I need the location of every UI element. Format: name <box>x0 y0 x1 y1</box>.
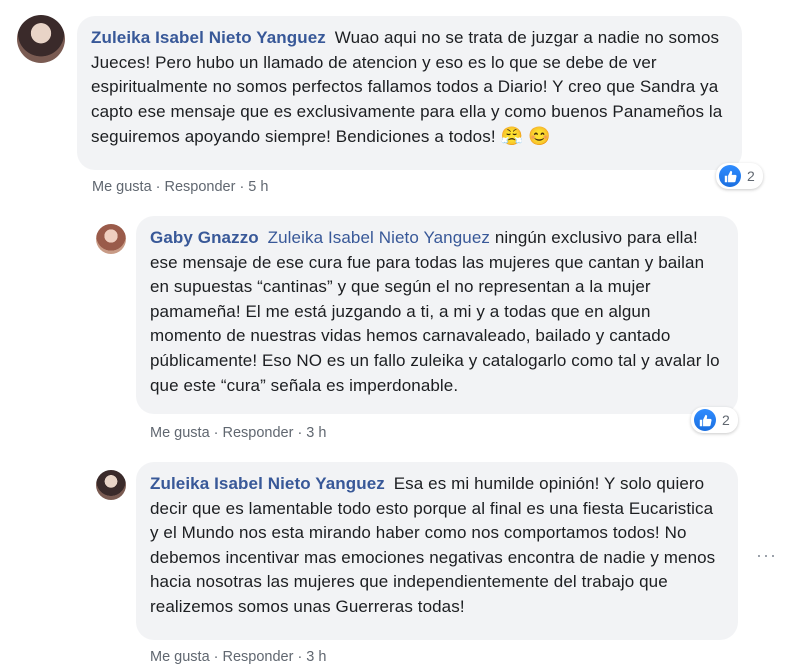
like-link[interactable]: Me gusta <box>150 649 210 665</box>
separator: · <box>213 649 219 665</box>
timestamp[interactable]: 3 h <box>306 649 326 665</box>
comment-text: Esa es mi humilde opinión! Y solo quiero… <box>150 474 716 616</box>
comment-actions: Me gusta · Responder · 3 h <box>150 649 326 665</box>
comment-author[interactable]: Zuleika Isabel Nieto Yanguez <box>150 474 385 493</box>
more-options-icon[interactable]: ··· <box>756 545 777 566</box>
reply-link[interactable]: Responder <box>223 649 294 665</box>
comment-bubble: Zuleika Isabel Nieto Yanguez Esa es mi h… <box>136 462 738 640</box>
comment-3: Zuleika Isabel Nieto Yanguez Esa es mi h… <box>0 0 800 667</box>
separator: · <box>297 649 303 665</box>
avatar[interactable] <box>96 470 126 500</box>
